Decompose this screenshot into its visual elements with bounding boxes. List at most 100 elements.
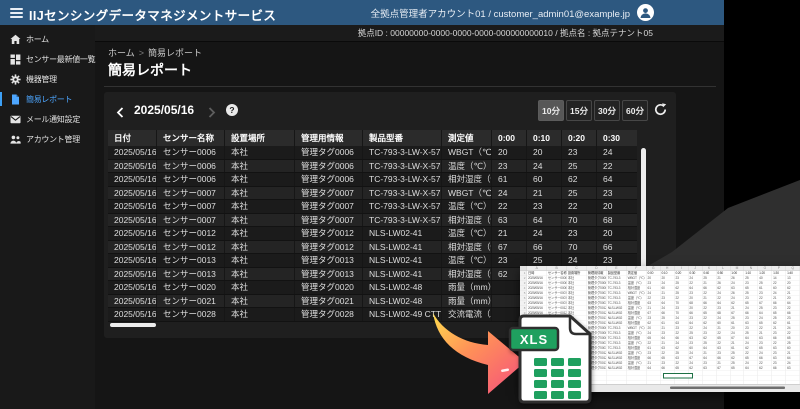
table-row[interactable]: 2025/05/16センサー0007本社管理タグ0007TC-793-3-LW-…	[108, 200, 637, 214]
table-cell: 本社	[225, 308, 295, 321]
refresh-icon[interactable]	[653, 102, 668, 122]
table-cell: センサー0006	[157, 146, 225, 159]
table-cell: センサー0007	[157, 200, 225, 213]
table-cell: 22	[597, 160, 637, 173]
sheet-column-letter: C	[567, 266, 587, 271]
table-row[interactable]: 2025/05/16センサー0006本社管理タグ0006TC-793-3-LW-…	[108, 173, 637, 187]
gear-icon	[10, 74, 21, 85]
table-cell: 温度（℃）	[442, 200, 492, 213]
interval-button-60min[interactable]: 60分	[622, 100, 648, 121]
table-cell: 22	[562, 200, 597, 213]
user-avatar-icon[interactable]	[637, 4, 654, 21]
column-header: 0:20	[562, 130, 597, 146]
table-cell: 24	[562, 254, 597, 267]
table-cell: 本社	[225, 146, 295, 159]
column-header: センサー名称	[157, 130, 225, 146]
report-date: 2025/05/16	[134, 103, 194, 117]
site-id-bar: 拠点ID : 00000000-0000-0000-0000-000000000…	[95, 25, 724, 42]
table-cell: 本社	[225, 187, 295, 200]
sheet-column-letter: P	[772, 266, 786, 271]
table-cell: 2025/05/16	[108, 295, 157, 308]
dashboard-icon	[10, 54, 21, 65]
table-cell: センサー0007	[157, 187, 225, 200]
breadcrumb: ホーム>簡易レポート	[108, 46, 202, 59]
table-cell: 24	[527, 160, 562, 173]
table-cell: NLS-LW02-41	[363, 241, 442, 254]
table-cell: 20	[597, 227, 637, 240]
table-cell: 管理タグ0007	[295, 200, 363, 213]
table-cell: 21	[527, 187, 562, 200]
table-cell: 2025/05/16	[108, 281, 157, 294]
table-cell: センサー0021	[157, 295, 225, 308]
xls-label: XLS	[520, 332, 548, 347]
sheet-column-letter: H	[661, 266, 675, 271]
table-row[interactable]: 2025/05/16センサー0006本社管理タグ0006TC-793-3-LW-…	[108, 146, 637, 160]
interval-button-15min[interactable]: 15分	[566, 100, 592, 121]
table-row[interactable]: 2025/05/16センサー0012本社管理タグ0012NLS-LW02-41温…	[108, 227, 637, 241]
table-cell: 本社	[225, 241, 295, 254]
breadcrumb-home[interactable]: ホーム	[108, 48, 135, 58]
sidebar-item-account-management[interactable]: アカウント管理	[0, 129, 95, 149]
sidebar-item-mail-notification[interactable]: メール通知設定	[0, 109, 95, 129]
table-cell: 70	[562, 241, 597, 254]
table-cell: 24	[597, 146, 637, 159]
table-cell: 23	[492, 254, 527, 267]
table-cell: WBGT（℃）	[442, 187, 492, 200]
previous-day-button[interactable]	[116, 105, 124, 123]
table-cell: 2025/05/16	[108, 241, 157, 254]
table-cell: 60	[527, 173, 562, 186]
table-cell: 相対湿度（%…	[442, 214, 492, 227]
table-cell: 本社	[225, 173, 295, 186]
table-cell: 本社	[225, 200, 295, 213]
table-row[interactable]: 2025/05/16センサー0007本社管理タグ0007TC-793-3-LW-…	[108, 214, 637, 228]
help-icon[interactable]: ?	[226, 104, 238, 116]
table-cell: 24	[527, 227, 562, 240]
table-cell: 管理タグ0012	[295, 241, 363, 254]
sidebar-item-sensor-latest-values[interactable]: センサー最新値一覧	[0, 49, 95, 69]
active-indicator-bar	[0, 92, 2, 106]
table-cell: 66	[597, 241, 637, 254]
table-cell: TC-793-3-LW-X-57	[363, 146, 442, 159]
interval-button-10min[interactable]: 10分	[538, 100, 564, 121]
mail-icon	[10, 114, 21, 125]
table-cell: 管理タグ0007	[295, 214, 363, 227]
sidebar-item-device-management[interactable]: 機器管理	[0, 69, 95, 89]
interval-button-group: 10分 15分 30分 60分	[538, 100, 648, 121]
table-cell: 25	[562, 187, 597, 200]
table-cell: 61	[492, 173, 527, 186]
sidebar-item-home[interactable]: ホーム	[0, 29, 95, 49]
table-cell: 管理タグ0007	[295, 187, 363, 200]
table-cell: センサー0013	[157, 268, 225, 281]
table-row[interactable]: 2025/05/16センサー0007本社管理タグ0007TC-793-3-LW-…	[108, 187, 637, 201]
interval-button-30min[interactable]: 30分	[594, 100, 620, 121]
table-cell: 25	[527, 254, 562, 267]
app-title: IIJセンシングデータマネジメントサービス	[29, 5, 276, 24]
table-row[interactable]: 2025/05/16センサー0006本社管理タグ0006TC-793-3-LW-…	[108, 160, 637, 174]
horizontal-scrollbar[interactable]	[110, 323, 156, 327]
table-cell: 温度（℃）	[442, 160, 492, 173]
sheet-column-letter: E	[607, 266, 627, 271]
table-cell: 23	[562, 146, 597, 159]
sidebar-item-simple-report[interactable]: 簡易レポート	[0, 89, 95, 109]
excel-selected-cell	[663, 373, 693, 379]
table-cell: 管理タグ0021	[295, 295, 363, 308]
table-cell: センサー0028	[157, 308, 225, 321]
table-cell: TC-793-3-LW-X-57	[363, 160, 442, 173]
table-cell: 管理タグ0028	[295, 308, 363, 321]
table-cell: 2025/05/16	[108, 254, 157, 267]
table-cell: 20	[597, 200, 637, 213]
table-cell: NLS-LW02-48	[363, 281, 442, 294]
table-cell: 20	[527, 146, 562, 159]
sidebar: ホーム センサー最新値一覧 機器管理 簡易レポート メール通知設定 アカ	[0, 25, 95, 409]
table-cell: センサー0006	[157, 160, 225, 173]
table-cell: 管理タグ0013	[295, 268, 363, 281]
table-cell: NLS-LW02-41	[363, 254, 442, 267]
table-cell: 管理タグ0013	[295, 254, 363, 267]
hamburger-menu-icon[interactable]	[10, 8, 23, 18]
table-cell: 温度（℃）	[442, 254, 492, 267]
next-day-button[interactable]	[208, 105, 216, 123]
table-cell: 70	[562, 214, 597, 227]
table-row[interactable]: 2025/05/16センサー0012本社管理タグ0012NLS-LW02-41相…	[108, 241, 637, 255]
sheet-column-letter: Q	[786, 266, 800, 271]
table-cell: センサー0007	[157, 214, 225, 227]
